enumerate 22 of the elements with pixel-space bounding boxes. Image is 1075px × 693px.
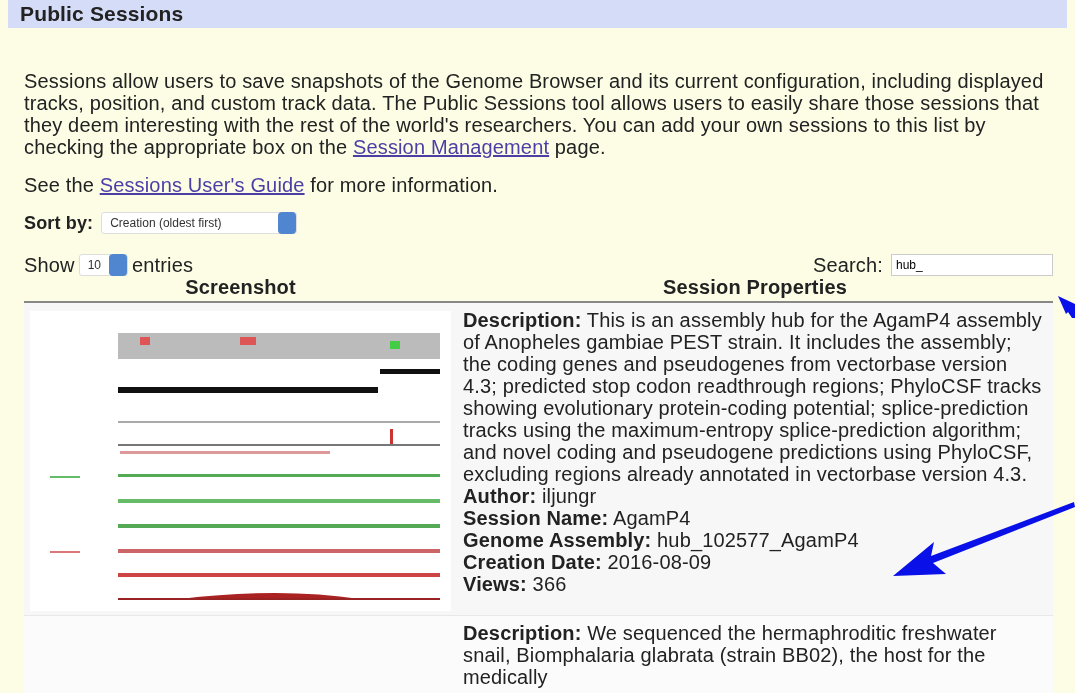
entries-label: entries	[132, 254, 194, 276]
intro-paragraph: Sessions allow users to save snapshots of the Genome Browser and its current configuration, including displayed tracks, position, and custom track data. The Public Sessions tool allows users to easily share those sessions that they deem interesting with the rest of the world's researchers. You can add your own sessions to this list by checking the appropriate box on the Session Management page.	[24, 70, 1045, 158]
session-management-link[interactable]: Session Management	[352, 136, 550, 158]
session-property: Author: iljungr	[463, 485, 598, 507]
guide-paragraph: See the Sessions User's Guide for more information.	[24, 174, 499, 196]
search-field[interactable]: hub_	[891, 254, 1053, 276]
session-property: Session Name: AgamP4	[463, 507, 692, 529]
column-header: Session Properties	[663, 276, 847, 298]
page-title: Public Sessions	[8, 0, 1067, 28]
session-property: Genome Assembly: hub_102577_AgamP4	[463, 529, 860, 551]
sort-dropdown[interactable]: Creation (oldest first)	[101, 212, 298, 234]
sort-label: Sort by:	[24, 212, 94, 234]
session-property: Views: 366	[463, 573, 568, 595]
annotation-arrow	[1058, 296, 1075, 318]
session-property: Creation Date: 2016-08-09	[463, 551, 712, 573]
search-label: Search:	[813, 254, 883, 276]
users-guide-link[interactable]: Sessions User's Guide	[99, 174, 305, 196]
column-header: Screenshot	[185, 276, 296, 298]
entries-dropdown[interactable]: 10	[78, 254, 128, 276]
session-property: Description: This is an assembly hub for the AgamP4 assembly of Anopheles gambiae PEST strain. It includes the assembly; the coding genes and pseudogenes from vectorbase version 4.3; predicted stop codon readthrough regions; PhyloCSF tracks showing evolutionary protein-coding potential; splice-prediction tracks using the maximum-entropy splice-prediction algorithm; and novel coding and pseudogene predictions using PhyloCSF, excluding regions already annotated in vectorbase version 4.3.	[463, 309, 1043, 485]
session-property: Description: We sequenced the hermaphroditic freshwater snail, Biomphalaria glabrata (strain BB02), the host for the medically	[463, 622, 998, 688]
show-label: Show	[24, 254, 75, 276]
